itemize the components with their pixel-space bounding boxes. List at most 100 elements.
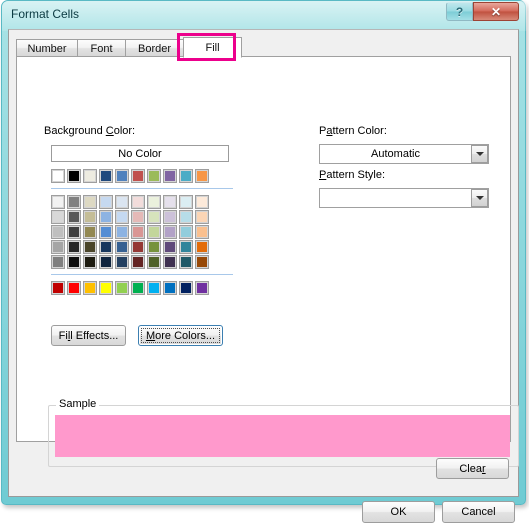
color-swatch[interactable] (195, 169, 209, 183)
color-swatch[interactable] (163, 255, 177, 269)
color-swatch[interactable] (67, 225, 81, 239)
color-swatch[interactable] (67, 281, 81, 295)
color-swatch[interactable] (83, 240, 97, 254)
color-swatch[interactable] (115, 195, 129, 209)
color-swatch[interactable] (115, 225, 129, 239)
tab-border[interactable]: Border (125, 39, 184, 57)
color-swatch[interactable] (179, 210, 193, 224)
color-swatch[interactable] (99, 225, 113, 239)
color-swatch[interactable] (51, 195, 65, 209)
color-swatch[interactable] (51, 255, 65, 269)
tab-strip: Number Font Border Fill (16, 37, 511, 58)
color-swatch[interactable] (99, 240, 113, 254)
fill-tab-pane: Background Color: No Color Fi l l Effects.… (16, 56, 519, 467)
color-swatch[interactable] (195, 210, 209, 224)
color-swatch[interactable] (83, 281, 97, 295)
color-swatch[interactable] (83, 225, 97, 239)
color-swatch[interactable] (163, 225, 177, 239)
color-swatch[interactable] (115, 255, 129, 269)
sample-preview-swatch (55, 415, 510, 457)
dialog-client-area: Number Font Border Fill Background Color… (8, 29, 519, 523)
color-swatch[interactable] (67, 240, 81, 254)
theme-shades-block (51, 195, 233, 269)
color-swatch[interactable] (51, 169, 65, 183)
color-swatch[interactable] (179, 169, 193, 183)
pattern-color-combobox[interactable]: Automatic (319, 144, 489, 164)
theme-shade-0-row (51, 195, 233, 209)
color-swatch[interactable] (163, 169, 177, 183)
theme-shade-1-row (51, 210, 233, 224)
color-swatch[interactable] (131, 195, 145, 209)
color-swatch[interactable] (179, 225, 193, 239)
pattern-style-combobox[interactable] (319, 188, 489, 208)
color-swatch[interactable] (99, 195, 113, 209)
clear-button[interactable]: Clea r (436, 458, 509, 479)
color-swatch[interactable] (195, 195, 209, 209)
color-swatch[interactable] (67, 210, 81, 224)
color-swatch[interactable] (131, 240, 145, 254)
pattern-color-value: Automatic (371, 148, 420, 160)
color-swatch[interactable] (163, 281, 177, 295)
chevron-down-icon[interactable] (471, 145, 488, 163)
color-swatch[interactable] (147, 210, 161, 224)
color-swatch[interactable] (131, 169, 145, 183)
color-swatch[interactable] (115, 210, 129, 224)
color-swatch[interactable] (195, 240, 209, 254)
standard-colors-row (51, 281, 233, 295)
color-swatch[interactable] (115, 240, 129, 254)
color-swatch[interactable] (99, 255, 113, 269)
theme-shade-2-row (51, 225, 233, 239)
pattern-color-label: Pattern Color: (319, 125, 387, 137)
no-color-button[interactable]: No Color (51, 145, 229, 162)
color-swatch[interactable] (83, 169, 97, 183)
ok-button[interactable]: OK (362, 501, 435, 523)
caption-buttons: ? ✕ (446, 2, 519, 21)
color-swatch[interactable] (195, 281, 209, 295)
tab-number[interactable]: Number (16, 39, 78, 57)
color-swatch[interactable] (147, 240, 161, 254)
color-swatch[interactable] (67, 255, 81, 269)
title-bar: Format Cells ? ✕ (2, 1, 523, 29)
color-swatch[interactable] (131, 281, 145, 295)
color-swatch[interactable] (115, 281, 129, 295)
color-swatch[interactable] (83, 255, 97, 269)
color-swatch[interactable] (147, 169, 161, 183)
color-swatch[interactable] (99, 169, 113, 183)
color-swatch[interactable] (163, 210, 177, 224)
tab-font[interactable]: Font (77, 39, 126, 57)
color-swatch[interactable] (179, 240, 193, 254)
cancel-button[interactable]: Cancel (442, 501, 515, 523)
color-swatch[interactable] (99, 281, 113, 295)
color-swatch[interactable] (83, 195, 97, 209)
color-swatch[interactable] (195, 255, 209, 269)
color-swatch[interactable] (99, 210, 113, 224)
color-swatch[interactable] (131, 210, 145, 224)
color-swatch[interactable] (131, 225, 145, 239)
color-swatch[interactable] (163, 195, 177, 209)
color-swatch[interactable] (147, 225, 161, 239)
color-swatch[interactable] (67, 169, 81, 183)
color-swatch[interactable] (51, 240, 65, 254)
tab-fill[interactable]: Fill (183, 37, 242, 58)
help-button[interactable]: ? (446, 2, 473, 21)
color-swatch[interactable] (67, 195, 81, 209)
color-swatch[interactable] (147, 195, 161, 209)
color-swatch[interactable] (179, 255, 193, 269)
color-swatch[interactable] (51, 210, 65, 224)
color-swatch[interactable] (179, 281, 193, 295)
format-cells-dialog: Format Cells ? ✕ Number Font Border Fill… (0, 0, 529, 523)
color-swatch[interactable] (115, 169, 129, 183)
color-swatch[interactable] (147, 255, 161, 269)
close-icon[interactable]: ✕ (473, 2, 519, 21)
color-swatch[interactable] (51, 225, 65, 239)
color-swatch[interactable] (51, 281, 65, 295)
color-swatch[interactable] (163, 240, 177, 254)
more-colors-button[interactable]: More Colors... (138, 325, 223, 346)
chevron-down-icon[interactable] (471, 189, 488, 207)
color-swatch[interactable] (83, 210, 97, 224)
color-swatch[interactable] (195, 225, 209, 239)
color-swatch[interactable] (179, 195, 193, 209)
fill-effects-button[interactable]: Fi l l Effects... (51, 325, 126, 346)
color-swatch[interactable] (147, 281, 161, 295)
color-swatch[interactable] (131, 255, 145, 269)
